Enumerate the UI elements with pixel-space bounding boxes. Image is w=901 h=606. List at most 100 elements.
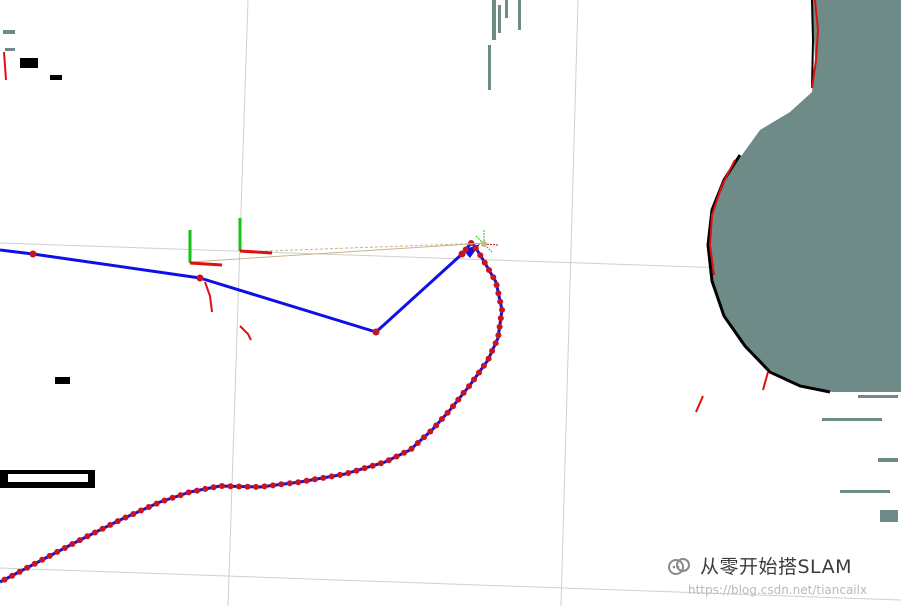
scan-segment <box>239 325 252 341</box>
pose-marker <box>76 537 83 544</box>
pose-marker <box>401 449 408 456</box>
pose-marker <box>227 483 234 490</box>
pose-markers <box>1 240 505 583</box>
occupied-speck <box>50 75 62 80</box>
pose-marker <box>460 389 467 396</box>
pose-marker <box>196 274 204 282</box>
pose-marker <box>481 259 488 266</box>
watermark-title: 从零开始搭SLAM <box>700 556 852 578</box>
pose-marker <box>122 514 129 521</box>
pose-marker <box>169 494 176 501</box>
pose-marker <box>462 246 469 253</box>
pose-marker <box>253 483 259 490</box>
pose-marker <box>495 332 502 339</box>
pose-marker <box>202 485 209 492</box>
pose-marker <box>353 467 360 474</box>
scan-segment <box>695 395 704 413</box>
pose-marker <box>496 323 503 330</box>
pose-marker <box>278 481 285 488</box>
pose-marker <box>99 525 106 532</box>
occupied-speck <box>55 377 70 384</box>
grid-line <box>560 0 579 606</box>
pose-marker <box>161 497 168 504</box>
pose-marker <box>39 556 46 563</box>
pose-marker <box>145 504 152 510</box>
pose-marker <box>194 487 200 494</box>
tf-link <box>189 242 487 263</box>
pose-marker <box>177 492 184 499</box>
pose-marker <box>450 403 456 410</box>
tf-axis-x <box>239 249 273 255</box>
pose-marker <box>153 500 160 507</box>
occupied-boundary-upper <box>811 0 815 89</box>
map-scene[interactable] <box>0 0 901 606</box>
pose-marker <box>138 507 144 514</box>
scan-segment <box>204 281 213 313</box>
pose-marker <box>495 290 502 297</box>
scan-segment <box>762 371 769 391</box>
pose-marker <box>130 511 137 517</box>
pose-marker <box>489 347 496 354</box>
pose-marker <box>16 568 23 575</box>
pose-marker <box>455 396 462 403</box>
pose-marker <box>476 369 482 376</box>
occupied-speck <box>20 58 38 68</box>
pose-marker <box>31 560 38 567</box>
pose-marker <box>433 422 440 429</box>
pose-marker <box>499 306 505 313</box>
pose-marker <box>210 484 217 491</box>
pose-marker <box>444 409 451 416</box>
tf-frame-axes <box>188 230 223 267</box>
pose-marker <box>421 434 427 441</box>
watermark: 从零开始搭SLAM <box>666 552 852 579</box>
pose-marker <box>1 576 8 583</box>
occupied-cells <box>0 0 831 488</box>
scan-segment <box>3 51 7 81</box>
pose-marker <box>385 457 392 464</box>
pose-marker <box>471 376 477 383</box>
pose-marker <box>377 460 384 467</box>
pose-marker <box>9 572 16 579</box>
pose-marker <box>492 340 499 347</box>
pose-marker <box>69 541 76 547</box>
pose-marker <box>54 548 61 555</box>
laser-scan <box>3 0 820 413</box>
robot-tf-frame <box>475 230 499 253</box>
pose-marker <box>369 462 376 469</box>
pose-marker <box>185 489 192 496</box>
pose-marker <box>485 355 492 362</box>
pose-marker <box>361 465 368 472</box>
pose-marker <box>107 521 114 528</box>
pose-marker <box>295 479 302 486</box>
tf-axis-x <box>189 261 223 267</box>
occupied-block-gap <box>8 474 88 482</box>
pose-marker <box>477 252 484 259</box>
pose-marker <box>372 328 380 336</box>
grid-line <box>227 0 249 606</box>
pose-marker <box>414 440 421 446</box>
pose-marker <box>486 267 492 273</box>
pose-marker <box>61 545 68 551</box>
wechat-channel-icon <box>668 557 690 575</box>
watermark-url: https://blog.csdn.net/tiancailx <box>688 583 868 597</box>
pose-marker <box>29 250 37 258</box>
pose-marker <box>472 245 479 252</box>
pose-marker <box>269 482 276 489</box>
pose-marker <box>468 240 475 246</box>
pose-marker <box>490 274 497 281</box>
pose-marker <box>320 474 327 481</box>
rviz-3d-viewport[interactable]: 从零开始搭SLAM https://blog.csdn.net/tiancail… <box>0 0 901 606</box>
pose-marker <box>466 383 472 390</box>
pose-marker <box>438 416 445 422</box>
pose-marker <box>408 445 415 452</box>
pose-marker <box>311 476 318 483</box>
pose-marker <box>497 298 504 305</box>
pose-marker <box>345 470 352 476</box>
tf-frame-axes <box>238 218 273 255</box>
pose-marker <box>337 471 343 478</box>
pose-marker <box>114 518 121 525</box>
pose-marker <box>236 483 242 490</box>
pose-marker <box>46 552 53 559</box>
pose-marker <box>92 529 98 536</box>
pose-marker <box>328 473 335 480</box>
